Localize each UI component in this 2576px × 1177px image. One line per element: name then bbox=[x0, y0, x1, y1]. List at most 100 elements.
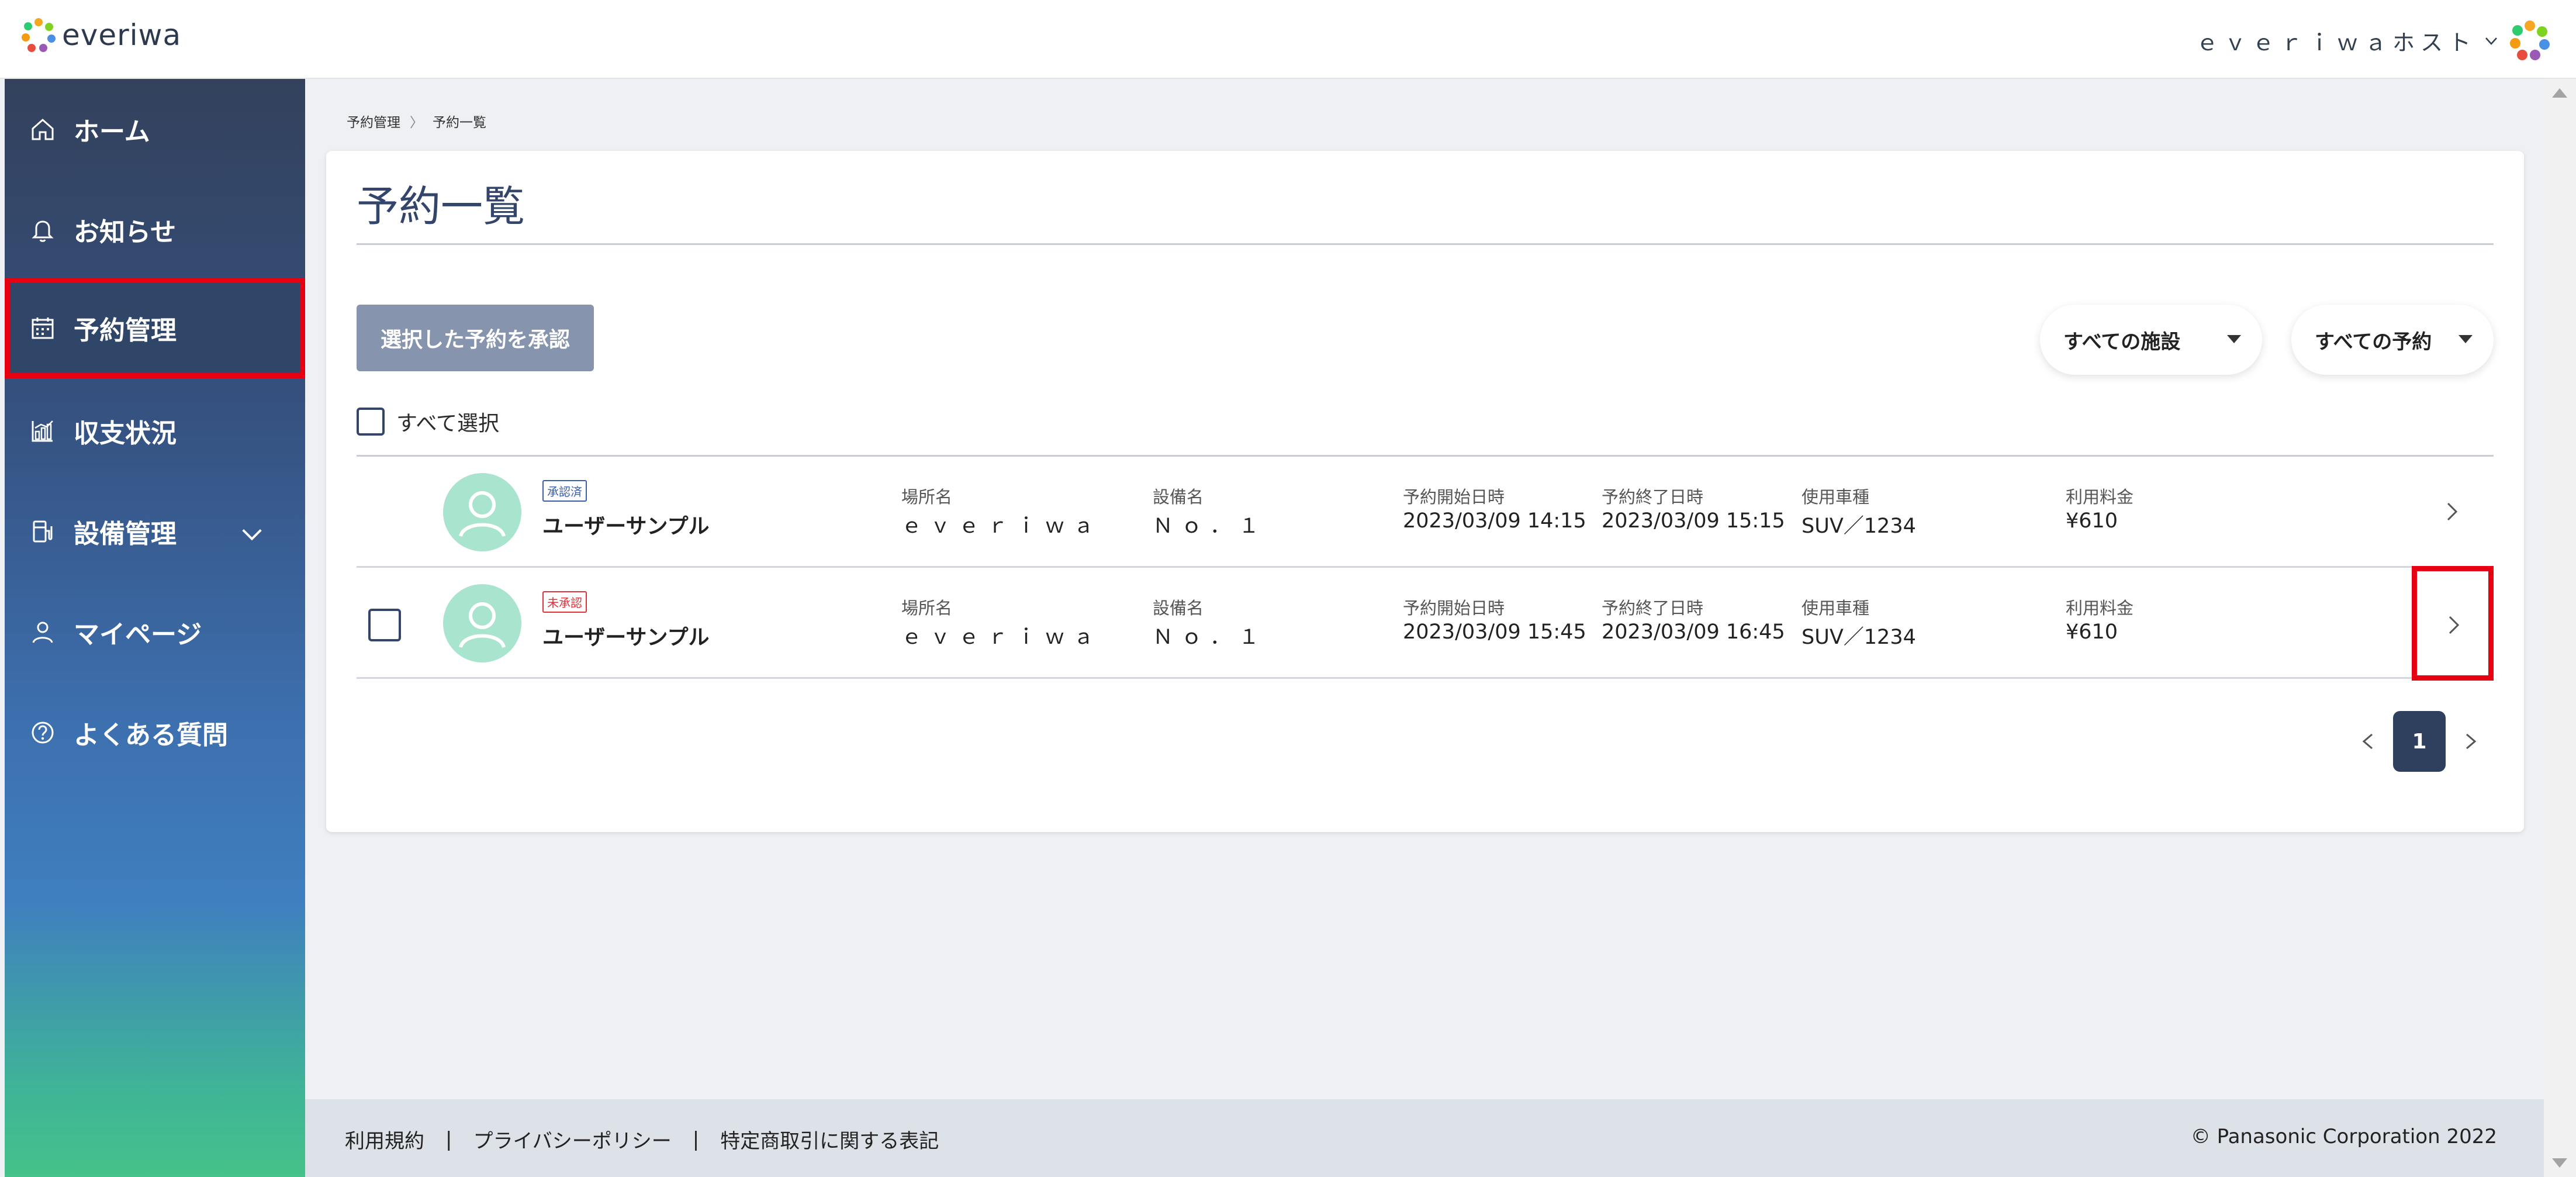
chevron-down-icon bbox=[242, 529, 262, 541]
user-name: ユーザーサンプル bbox=[542, 626, 710, 650]
sidebar-item-revenue[interactable]: 収支状況 bbox=[5, 381, 305, 481]
equipment-label: 設備名 bbox=[1153, 598, 1204, 618]
app-header: everiwa ｅｖｅｒｉｗａホスト bbox=[0, 0, 2576, 79]
start-value: 2023/03/09 15:45 bbox=[1403, 620, 1586, 644]
sidebar-item-label: よくある質問 bbox=[74, 720, 228, 750]
logo-text: everiwa bbox=[62, 18, 182, 52]
sidebar-item-label: ホーム bbox=[74, 117, 150, 147]
sidebar-item-reservation-management[interactable]: 予約管理 bbox=[5, 278, 305, 378]
sidebar-item-label: 収支状況 bbox=[74, 419, 177, 448]
fee-value: ¥610 bbox=[2066, 620, 2118, 644]
sidebar-item-label: 設備管理 bbox=[74, 519, 177, 549]
sidebar: ホーム お知らせ 予約管理 収支状況 設備管理 マイページ よくある質問 bbox=[5, 79, 305, 1177]
sidebar-item-label: お知らせ bbox=[74, 218, 177, 247]
start-label: 予約開始日時 bbox=[1403, 487, 1505, 507]
dropdown-triangle-icon bbox=[2227, 335, 2241, 343]
terms-link[interactable]: 利用規約 bbox=[345, 1125, 424, 1154]
place-label: 場所名 bbox=[901, 598, 953, 618]
select-all-checkbox[interactable] bbox=[357, 408, 385, 436]
chevron-down-icon bbox=[2485, 37, 2497, 45]
host-avatar-icon[interactable] bbox=[2508, 19, 2551, 62]
reservation-filter-dropdown[interactable]: すべての予約 bbox=[2291, 305, 2494, 375]
footer: 利用規約 | プライバシーポリシー | 特定商取引に関する表記 © Panaso… bbox=[305, 1099, 2544, 1177]
reservation-row[interactable]: 未承認 ユーザーサンプル 場所名 ｅｖｅｒｉｗａ 設備名 Ｎｏ．１ 予約開始日時… bbox=[357, 566, 2494, 681]
user-name: ユーザーサンプル bbox=[542, 515, 710, 539]
select-all-control[interactable]: すべて選択 bbox=[357, 406, 499, 437]
chevron-right-icon[interactable] bbox=[2459, 730, 2482, 753]
host-account-menu[interactable]: ｅｖｅｒｉｗａホスト bbox=[2196, 25, 2500, 57]
select-all-label: すべて選択 bbox=[396, 412, 500, 436]
reservation-row[interactable]: 承認済 ユーザーサンプル 場所名 ｅｖｅｒｉｗａ 設備名 Ｎｏ．１ 予約開始日時… bbox=[357, 457, 2494, 568]
footer-links: 利用規約 | プライバシーポリシー | 特定商取引に関する表記 bbox=[345, 1125, 939, 1154]
host-name: ｅｖｅｒｉｗａホスト bbox=[2195, 30, 2477, 56]
home-icon bbox=[32, 118, 54, 140]
page-button-current[interactable]: 1 bbox=[2393, 711, 2446, 772]
status-badge: 未承認 bbox=[542, 591, 587, 613]
place-value: ｅｖｅｒｉｗａ bbox=[901, 515, 1102, 538]
facility-filter-dropdown[interactable]: すべての施設 bbox=[2040, 305, 2262, 375]
end-label: 予約終了日時 bbox=[1602, 598, 1704, 618]
equipment-value: Ｎｏ．１ bbox=[1153, 515, 1268, 538]
scroll-up-arrow-icon[interactable] bbox=[2552, 88, 2567, 98]
fee-value: ¥610 bbox=[2066, 509, 2118, 533]
reservation-filter-label: すべての予約 bbox=[2315, 330, 2432, 354]
vertical-scrollbar[interactable] bbox=[2544, 79, 2576, 1177]
car-label: 使用車種 bbox=[1802, 487, 1870, 507]
user-avatar-icon bbox=[459, 602, 506, 648]
chevron-right-icon bbox=[2449, 616, 2460, 634]
breadcrumb-reservation-management[interactable]: 予約管理 bbox=[347, 111, 400, 131]
sidebar-item-notifications[interactable]: お知らせ bbox=[5, 180, 305, 280]
car-label: 使用車種 bbox=[1802, 598, 1870, 618]
title-divider bbox=[357, 243, 2494, 245]
car-value: SUV／1234 bbox=[1802, 626, 1916, 649]
end-value: 2023/03/09 16:45 bbox=[1602, 620, 1785, 644]
pagination: 1 bbox=[2357, 711, 2482, 772]
equipment-value: Ｎｏ．１ bbox=[1153, 626, 1268, 649]
privacy-policy-link[interactable]: プライバシーポリシー bbox=[473, 1125, 671, 1154]
bell-icon bbox=[32, 220, 54, 242]
dropdown-triangle-icon bbox=[2459, 335, 2473, 343]
fee-label: 利用料金 bbox=[2066, 487, 2134, 507]
everiwa-logo[interactable]: everiwa bbox=[20, 16, 181, 54]
chevron-left-icon[interactable] bbox=[2357, 730, 2380, 753]
copyright: © Panasonic Corporation 2022 bbox=[2190, 1125, 2497, 1148]
chevron-right-icon[interactable] bbox=[2439, 499, 2464, 524]
fee-label: 利用料金 bbox=[2066, 598, 2134, 618]
end-value: 2023/03/09 15:15 bbox=[1602, 509, 1785, 533]
user-avatar bbox=[443, 473, 521, 551]
sidebar-item-my-page[interactable]: マイページ bbox=[5, 582, 305, 682]
page-title: 予約一覧 bbox=[357, 182, 525, 231]
end-label: 予約終了日時 bbox=[1602, 487, 1704, 507]
calendar-icon bbox=[32, 317, 54, 339]
start-value: 2023/03/09 14:15 bbox=[1403, 509, 1586, 533]
facility-filter-label: すべての施設 bbox=[2063, 330, 2181, 354]
status-badge: 承認済 bbox=[542, 480, 587, 502]
breadcrumb-reservation-list: 予約一覧 bbox=[433, 115, 486, 130]
row-detail-button[interactable] bbox=[2412, 566, 2494, 681]
approve-selected-button[interactable]: 選択した予約を承認 bbox=[357, 305, 594, 371]
start-label: 予約開始日時 bbox=[1403, 598, 1505, 618]
place-value: ｅｖｅｒｉｗａ bbox=[901, 626, 1102, 649]
sidebar-item-faq[interactable]: よくある質問 bbox=[5, 682, 305, 783]
everiwa-flower-icon bbox=[22, 18, 56, 52]
sidebar-item-label: 予約管理 bbox=[74, 316, 177, 346]
sidebar-item-label: マイページ bbox=[74, 620, 202, 650]
car-value: SUV／1234 bbox=[1802, 515, 1916, 538]
footer-separator: | bbox=[445, 1127, 452, 1151]
user-avatar-icon bbox=[459, 491, 506, 537]
sidebar-item-home[interactable]: ホーム bbox=[5, 79, 305, 180]
place-label: 場所名 bbox=[901, 487, 953, 507]
row-checkbox[interactable] bbox=[368, 609, 401, 641]
scroll-down-arrow-icon[interactable] bbox=[2552, 1158, 2567, 1168]
user-avatar bbox=[443, 584, 521, 662]
footer-separator: | bbox=[692, 1127, 700, 1151]
charger-icon bbox=[33, 520, 53, 543]
breadcrumb: 予約管理 〉 予約一覧 bbox=[347, 111, 486, 131]
sidebar-item-equipment-management[interactable]: 設備管理 bbox=[5, 481, 305, 582]
reservation-list-card: 予約一覧 選択した予約を承認 すべての施設 すべての予約 すべて選択 承認済 ユ… bbox=[326, 151, 2524, 832]
user-icon bbox=[32, 622, 53, 643]
question-icon bbox=[32, 722, 54, 744]
breadcrumb-separator-icon: 〉 bbox=[410, 115, 423, 130]
commercial-transactions-link[interactable]: 特定商取引に関する表記 bbox=[720, 1125, 939, 1154]
equipment-label: 設備名 bbox=[1153, 487, 1204, 507]
